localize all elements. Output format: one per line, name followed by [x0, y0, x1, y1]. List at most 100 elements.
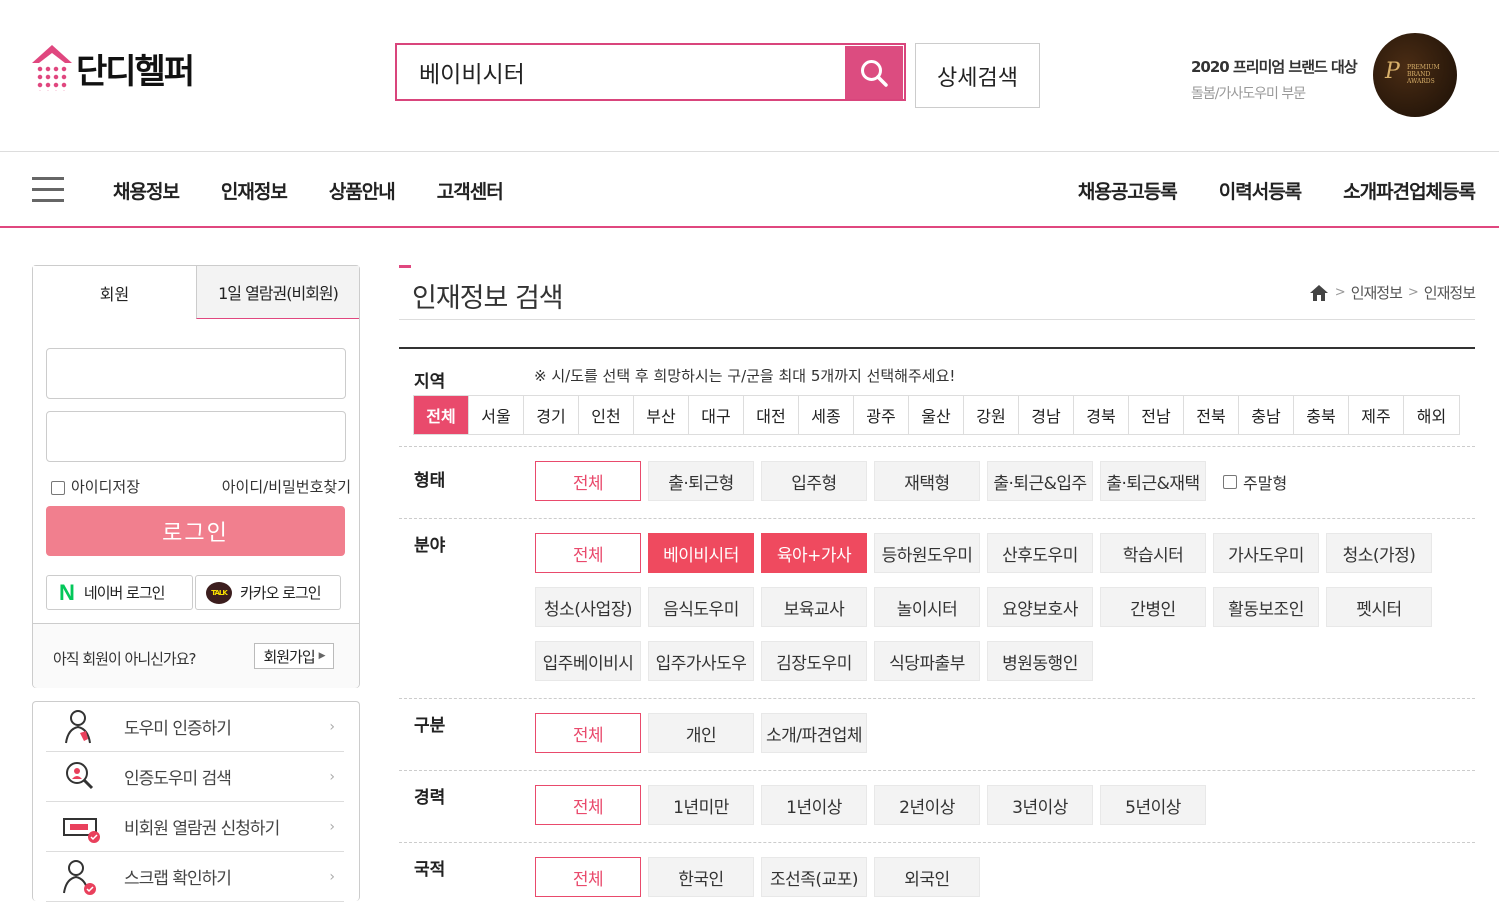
career-chip[interactable]: 3년이상	[987, 785, 1093, 825]
side-menu-item-scrap[interactable]: 스크랩 확인하기 ›	[46, 852, 344, 902]
region-tab[interactable]: 울산	[909, 396, 964, 434]
field-chip-selected[interactable]: 육아+가사	[761, 533, 867, 573]
career-chip[interactable]: 전체	[535, 785, 641, 825]
award-badge-icon: P PREMIUM BRAND AWARDS	[1373, 33, 1457, 117]
home-icon[interactable]	[1309, 284, 1329, 302]
career-chip[interactable]: 2년이상	[874, 785, 980, 825]
site-logo[interactable]: 단디헬퍼	[32, 44, 195, 93]
id-field[interactable]	[46, 348, 346, 399]
save-id-checkbox[interactable]: 아이디저장	[51, 476, 140, 497]
award-subtitle: 돌봄/가사도우미 부문	[1191, 86, 1306, 102]
tab-member[interactable]: 회원	[33, 266, 196, 319]
division-chip[interactable]: 전체	[535, 713, 641, 753]
hamburger-menu-icon[interactable]	[32, 177, 64, 203]
nationality-chip[interactable]: 외국인	[874, 857, 980, 897]
region-tab[interactable]: 대구	[689, 396, 744, 434]
nav-item-jobs[interactable]: 채용정보	[113, 177, 180, 204]
nav-item-register-resume[interactable]: 이력서등록	[1219, 177, 1302, 204]
weekend-checkbox[interactable]: 주말형	[1223, 470, 1287, 494]
region-tab[interactable]: 경남	[1019, 396, 1074, 434]
career-chip[interactable]: 5년이상	[1100, 785, 1206, 825]
award-title: 2020 프리미엄 브랜드 대상	[1191, 58, 1358, 76]
field-chip[interactable]: 입주가사도우	[648, 641, 754, 681]
find-account-link[interactable]: 아이디/비밀번호찾기	[222, 476, 351, 497]
side-menu: 도우미 인증하기 › 인증도우미 검색 › 비회원 열람권 신청하기 › 스크랩…	[32, 701, 360, 902]
type-chip[interactable]: 재택형	[874, 461, 980, 501]
field-chip[interactable]: 활동보조인	[1213, 587, 1319, 627]
house-logo-icon	[32, 44, 72, 93]
login-button[interactable]: 로그인	[46, 506, 345, 556]
field-chip[interactable]: 입주베이비시	[535, 641, 641, 681]
region-tab[interactable]: 인천	[579, 396, 634, 434]
field-chip[interactable]: 등하원도우미	[874, 533, 980, 573]
field-chip[interactable]: 김장도우미	[761, 641, 867, 681]
type-chip[interactable]: 출·퇴근&재택	[1100, 461, 1206, 501]
main-nav: 채용정보 인재정보 상품안내 고객센터 채용공고등록 이력서등록 소개파견업체등…	[0, 151, 1499, 228]
join-row: 아직 회원이 아니신가요? 회원가입 ▶	[33, 623, 359, 688]
nationality-chip[interactable]: 전체	[535, 857, 641, 897]
region-tab[interactable]: 해외	[1404, 396, 1459, 434]
type-chip[interactable]: 입주형	[761, 461, 867, 501]
field-chip[interactable]: 가사도우미	[1213, 533, 1319, 573]
region-tab[interactable]: 경북	[1074, 396, 1129, 434]
nationality-chip[interactable]: 조선족(교포)	[761, 857, 867, 897]
field-chip[interactable]: 전체	[535, 533, 641, 573]
field-chip[interactable]: 청소(사업장)	[535, 587, 641, 627]
nav-item-post-job[interactable]: 채용공고등록	[1078, 177, 1178, 204]
region-tab[interactable]: 경기	[524, 396, 579, 434]
region-tab[interactable]: 대전	[744, 396, 799, 434]
division-chip[interactable]: 소개/파견업체	[761, 713, 867, 753]
search-button[interactable]	[845, 46, 903, 99]
nav-item-talent[interactable]: 인재정보	[221, 177, 288, 204]
region-tab[interactable]: 광주	[854, 396, 909, 434]
region-tab[interactable]: 충북	[1294, 396, 1349, 434]
join-button-label: 회원가입	[263, 647, 315, 666]
field-chip[interactable]: 간병인	[1100, 587, 1206, 627]
region-tab[interactable]: 부산	[634, 396, 689, 434]
region-tab[interactable]: 강원	[964, 396, 1019, 434]
region-tab[interactable]: 세종	[799, 396, 854, 434]
field-chip[interactable]: 펫시터	[1326, 587, 1432, 627]
region-tab[interactable]: 전남	[1129, 396, 1184, 434]
naver-login-label: 네이버 로그인	[83, 584, 166, 602]
breadcrumb-item[interactable]: 인재정보	[1351, 282, 1403, 303]
nav-item-register-agency[interactable]: 소개파견업체등록	[1343, 177, 1476, 204]
nav-item-support[interactable]: 고객센터	[437, 177, 504, 204]
field-chip[interactable]: 식당파출부	[874, 641, 980, 681]
field-chip[interactable]: 청소(가정)	[1326, 533, 1432, 573]
search-input[interactable]	[399, 47, 844, 97]
type-chip[interactable]: 출·퇴근형	[648, 461, 754, 501]
field-chip[interactable]: 산후도우미	[987, 533, 1093, 573]
kakao-login-button[interactable]: TALK 카카오 로그인	[195, 575, 341, 610]
field-chip[interactable]: 음식도우미	[648, 587, 754, 627]
region-tab[interactable]: 전북	[1184, 396, 1239, 434]
region-tab[interactable]: 충남	[1239, 396, 1294, 434]
tab-guest-pass[interactable]: 1일 열람권(비회원)	[196, 266, 359, 319]
field-chip-selected[interactable]: 베이비시터	[648, 533, 754, 573]
nationality-chip[interactable]: 한국인	[648, 857, 754, 897]
field-chip[interactable]: 놀이시터	[874, 587, 980, 627]
field-chip[interactable]: 학습시터	[1100, 533, 1206, 573]
career-chip[interactable]: 1년이상	[761, 785, 867, 825]
type-chip[interactable]: 출·퇴근&입주	[987, 461, 1093, 501]
field-chip[interactable]: 요양보호사	[987, 587, 1093, 627]
side-menu-label: 스크랩 확인하기	[124, 869, 232, 889]
naver-login-button[interactable]: N 네이버 로그인	[46, 575, 193, 610]
side-menu-item-search-helper[interactable]: 인증도우미 검색 ›	[46, 752, 344, 802]
side-menu-item-guest-pass[interactable]: 비회원 열람권 신청하기 ›	[46, 802, 344, 852]
region-tab[interactable]: 전체	[414, 396, 469, 434]
career-chip[interactable]: 1년미만	[648, 785, 754, 825]
field-chip[interactable]: 병원동행인	[987, 641, 1093, 681]
type-chip[interactable]: 전체	[535, 461, 641, 501]
division-chip[interactable]: 개인	[648, 713, 754, 753]
region-tab[interactable]: 서울	[469, 396, 524, 434]
filter-label: 형태	[414, 471, 446, 491]
side-menu-item-certify[interactable]: 도우미 인증하기 ›	[46, 702, 344, 752]
field-chip[interactable]: 보육교사	[761, 587, 867, 627]
password-field[interactable]	[46, 411, 346, 462]
region-tab[interactable]: 제주	[1349, 396, 1404, 434]
nav-item-products[interactable]: 상품안내	[329, 177, 396, 204]
detail-search-button[interactable]: 상세검색	[915, 43, 1040, 108]
join-button[interactable]: 회원가입 ▶	[254, 643, 334, 669]
breadcrumb-item[interactable]: 인재정보	[1424, 282, 1476, 303]
